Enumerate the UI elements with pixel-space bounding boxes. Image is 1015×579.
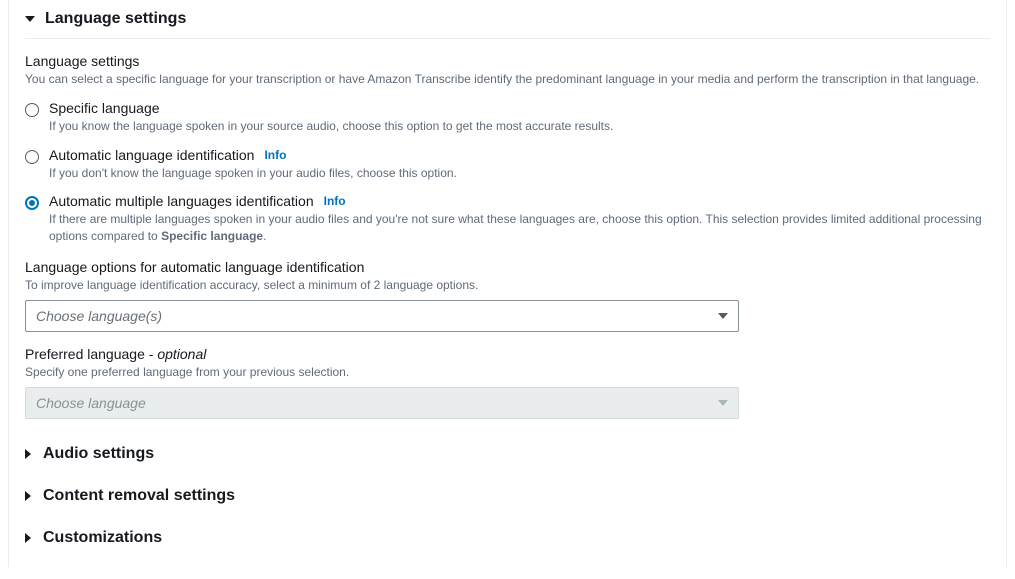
radio-auto-multi-language[interactable]: Automatic multiple languages identificat… (25, 193, 990, 245)
radio-label: Automatic language identification (49, 147, 254, 163)
radio-desc: If you know the language spoken in your … (49, 118, 990, 135)
radio-desc: If you don't know the language spoken in… (49, 165, 990, 182)
language-mode-radio-group: Specific language If you know the langua… (25, 100, 990, 245)
caret-down-icon (25, 16, 35, 22)
radio-auto-language[interactable]: Automatic language identification Info I… (25, 147, 990, 182)
info-link[interactable]: Info (264, 148, 286, 162)
radio-icon (25, 103, 39, 117)
customizations-header[interactable]: Customizations (25, 517, 990, 559)
radio-label: Specific language (49, 100, 160, 116)
audio-settings-header[interactable]: Audio settings (25, 433, 990, 475)
caret-right-icon (25, 533, 31, 543)
panel-title: Content removal settings (43, 487, 235, 505)
section-label: Preferred language - optional (25, 346, 990, 362)
radio-icon (25, 150, 39, 164)
radio-label: Automatic multiple languages identificat… (49, 193, 314, 209)
caret-right-icon (25, 449, 31, 459)
select-placeholder: Choose language(s) (36, 308, 162, 324)
caret-right-icon (25, 491, 31, 501)
preferred-language-section: Preferred language - optional Specify on… (25, 346, 990, 419)
section-label: Language options for automatic language … (25, 259, 990, 275)
language-options-section: Language options for automatic language … (25, 259, 990, 332)
radio-specific-language[interactable]: Specific language If you know the langua… (25, 100, 990, 135)
language-options-select[interactable]: Choose language(s) (25, 300, 739, 332)
preferred-language-select: Choose language (25, 387, 739, 419)
content-removal-header[interactable]: Content removal settings (25, 475, 990, 517)
language-settings-header[interactable]: Language settings (25, 0, 990, 39)
radio-icon-selected (25, 196, 39, 210)
section-desc: Specify one preferred language from your… (25, 364, 990, 381)
caret-down-icon (718, 400, 728, 406)
section-label: Language settings (25, 53, 990, 69)
caret-down-icon (718, 313, 728, 319)
radio-desc: If there are multiple languages spoken i… (49, 211, 990, 245)
panel-title: Customizations (43, 529, 162, 547)
info-link[interactable]: Info (324, 194, 346, 208)
select-placeholder: Choose language (36, 395, 146, 411)
panel-title: Audio settings (43, 445, 154, 463)
section-desc: To improve language identification accur… (25, 277, 990, 294)
panel-title: Language settings (45, 10, 186, 28)
section-desc: You can select a specific language for y… (25, 71, 990, 88)
language-settings-panel: Language settings Language settings You … (8, 0, 1007, 567)
language-settings-section: Language settings You can select a speci… (25, 53, 990, 88)
